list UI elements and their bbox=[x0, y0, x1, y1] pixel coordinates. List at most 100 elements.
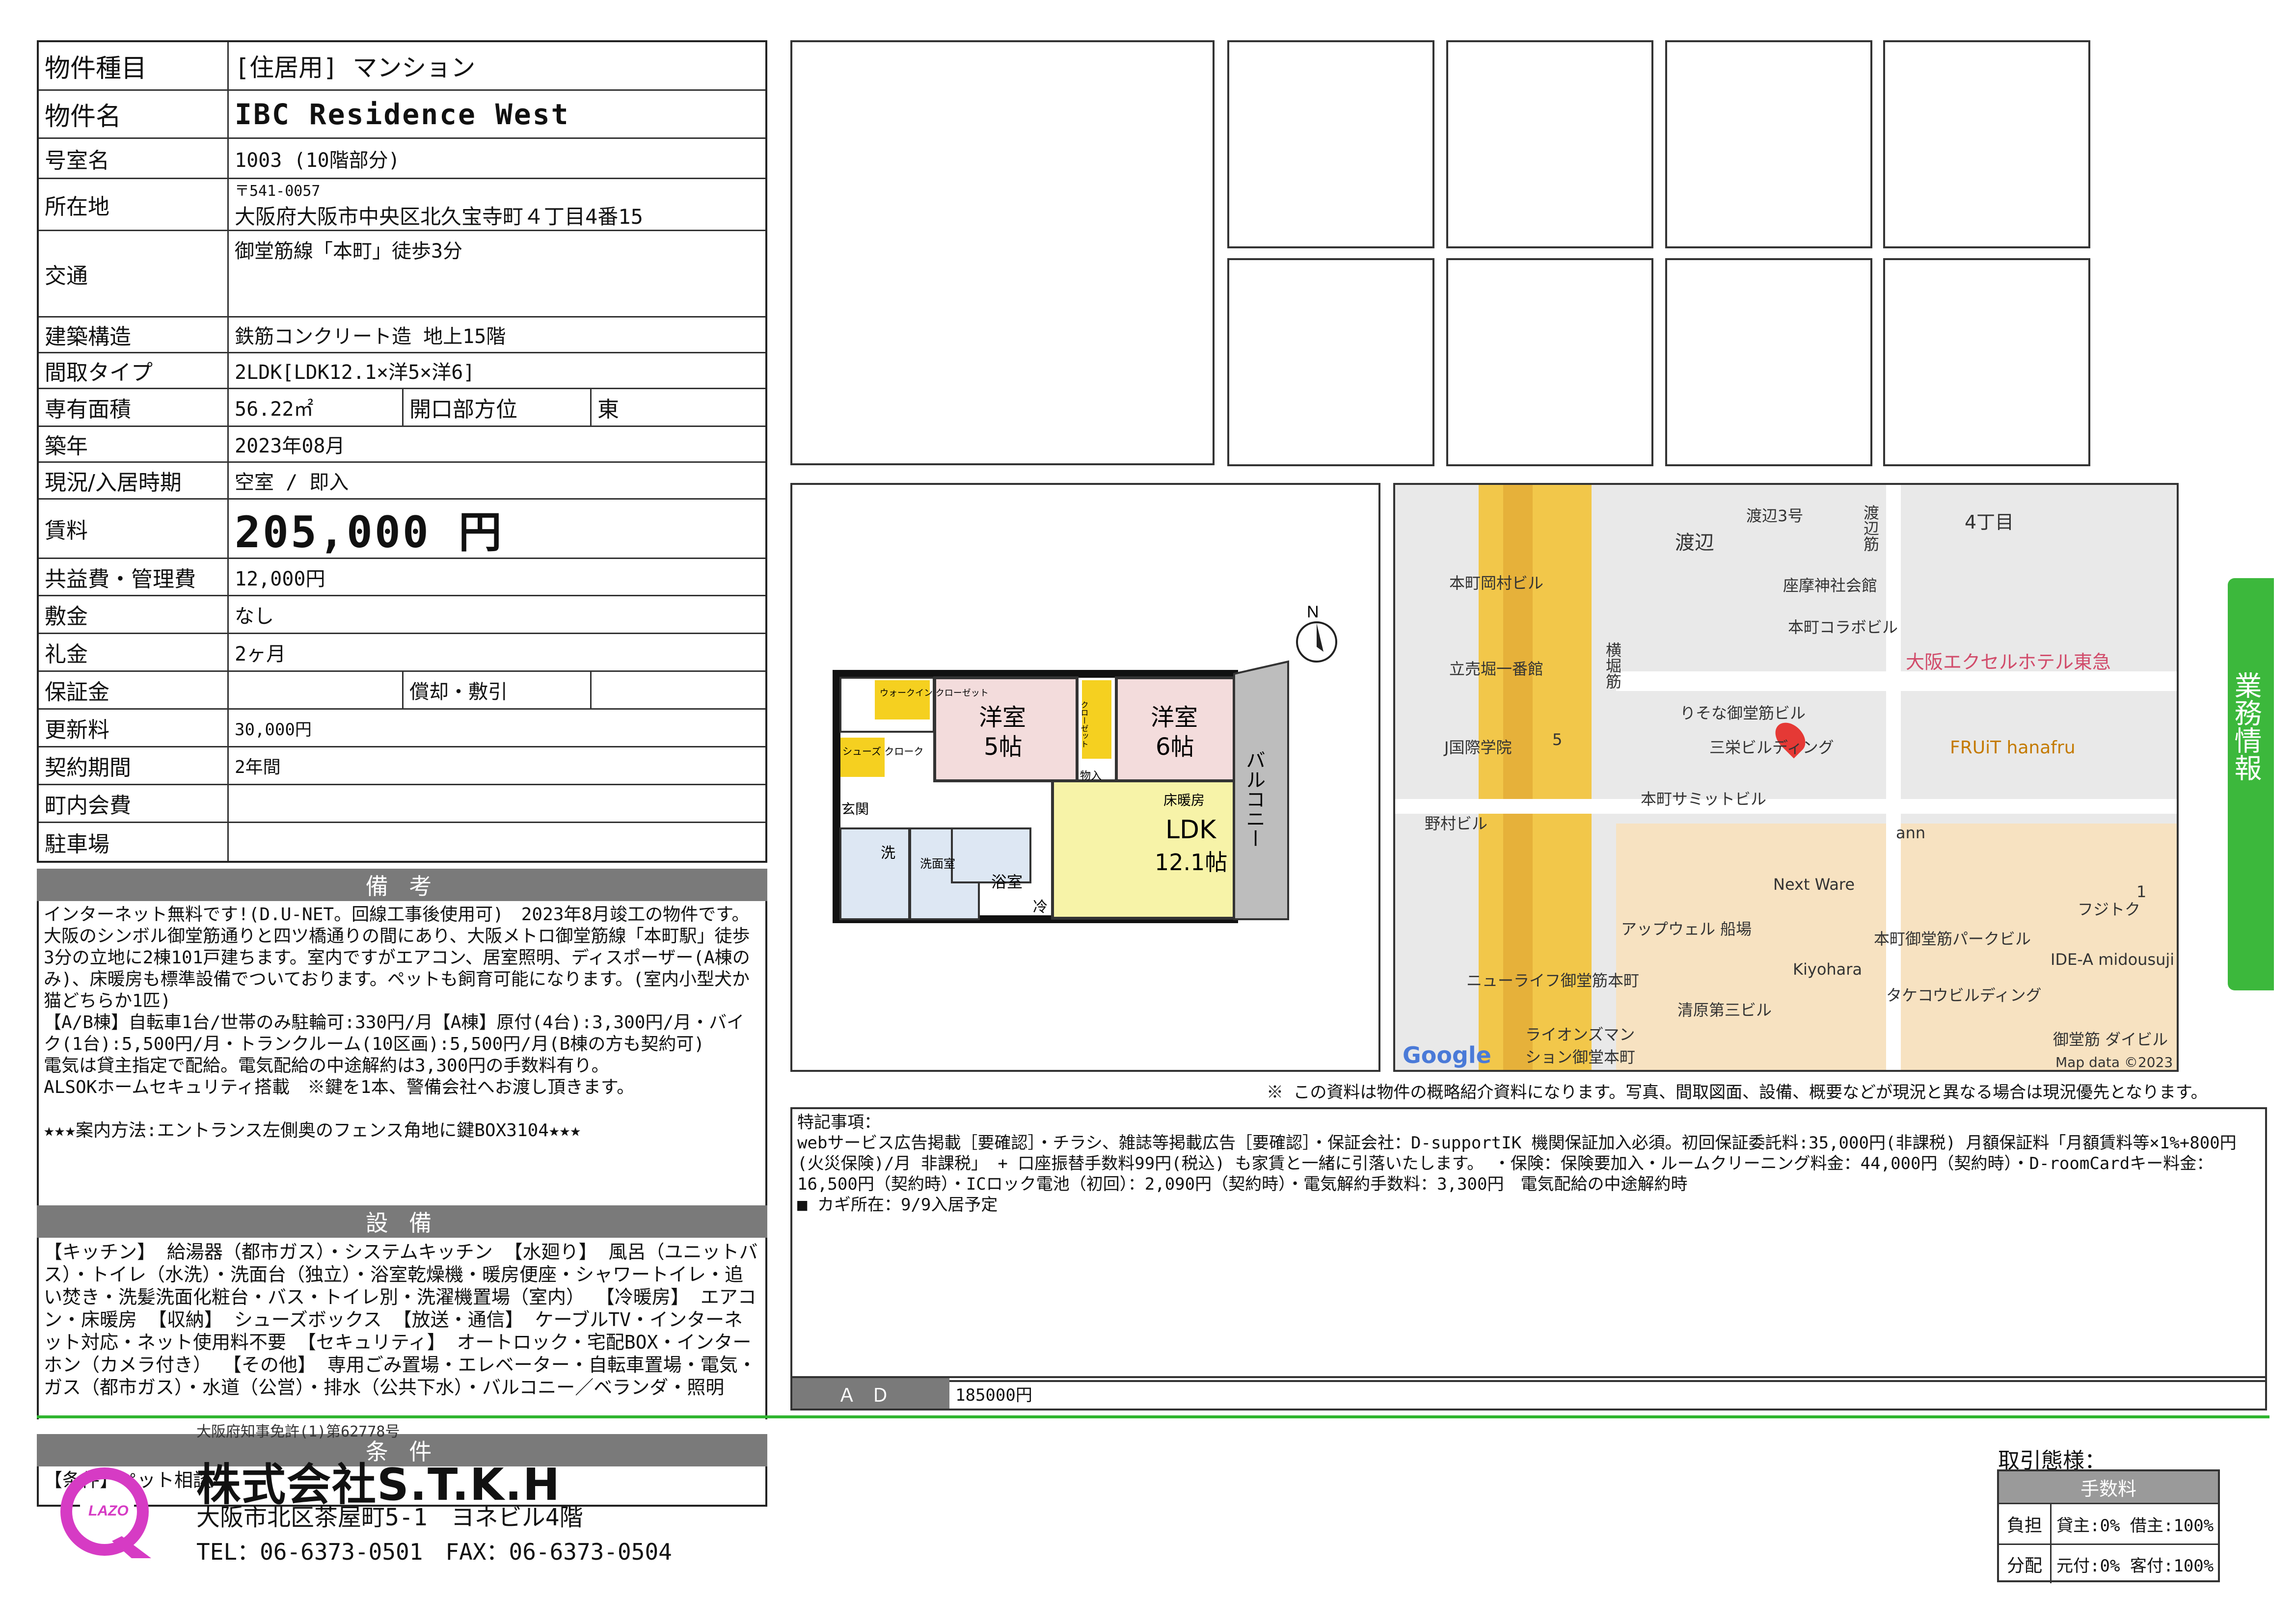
map-label-3: 本町岡村ビル bbox=[1449, 574, 1544, 592]
ad-row: ＡＤ 185000円 bbox=[790, 1376, 2267, 1410]
fee-row-burden: 負担 貸主:0% 借主:100% bbox=[1999, 1504, 2218, 1545]
map-label-8: りそな御堂筋ビル bbox=[1680, 704, 1806, 722]
row-key-money: 礼金 2ヶ月 bbox=[39, 634, 765, 672]
built-label: 築年 bbox=[39, 427, 229, 461]
business-info-tab[interactable]: 業務情報 bbox=[2228, 578, 2274, 990]
bath-label: 浴室 bbox=[991, 873, 1023, 891]
disclaimer: ※ この資料は物件の概略紹介資料になります。写真、間取図面、設備、概要などが現況… bbox=[1267, 1083, 2208, 1102]
fee-label: 共益費・管理費 bbox=[39, 559, 229, 595]
rent-value: 205,000 円 bbox=[235, 506, 504, 558]
remarks-text: インターネット無料です!(D.U-NET。回線工事後使用可) 2023年8月竣工… bbox=[37, 901, 767, 1205]
row-parking: 駐車場 bbox=[39, 823, 765, 861]
fee-row-split: 分配 元付:0% 客付:100% bbox=[1999, 1545, 2218, 1583]
map-label-25: 清原第三ビル bbox=[1677, 1001, 1772, 1019]
map-label-9: J国際学院 bbox=[1444, 738, 1512, 757]
row-rent: 賃料 205,000 円 bbox=[39, 500, 765, 559]
traffic-value: 御堂筋線「本町」徒歩3分 bbox=[235, 240, 463, 263]
washroom-label: 洗面室 bbox=[920, 857, 955, 871]
row-town-fee: 町内会費 bbox=[39, 785, 765, 823]
company-logo: LAZO bbox=[53, 1463, 161, 1561]
business-info-label: 業務情報 bbox=[2230, 671, 2262, 781]
map-label-4: 座摩神社会館 bbox=[1783, 576, 1878, 595]
ad-value: 185000円 bbox=[955, 1385, 1032, 1405]
guarantee-value bbox=[229, 672, 404, 708]
layout-value: 2LDK[LDK12.1×洋5×洋6] bbox=[235, 361, 475, 384]
row-status: 現況/入居時期 空室 / 即入 bbox=[39, 463, 765, 500]
logo-text: LAZO bbox=[88, 1503, 129, 1519]
map-label-22: ニューライフ御堂筋本町 bbox=[1466, 971, 1640, 990]
status-label: 現況/入居時期 bbox=[39, 463, 229, 498]
direction-value: 東 bbox=[597, 397, 619, 422]
map-label-10: 5 bbox=[1552, 730, 1563, 749]
map-label-21: IDE-A midousuji bbox=[2051, 950, 2175, 969]
remarks-header: 備 考 bbox=[37, 869, 767, 901]
guarantee-cells: 償却・敷引 bbox=[229, 672, 765, 708]
license-number: 大阪府知事免許(1)第62778号 bbox=[196, 1423, 400, 1440]
photo-frame-7 bbox=[1665, 258, 1872, 466]
map-label-23: Kiyohara bbox=[1793, 960, 1863, 979]
map-label-24: タケコウビルディング bbox=[1886, 986, 2042, 1005]
direction-label: 開口部方位 bbox=[404, 389, 592, 426]
special-notes: 特記事項： webサービス広告掲載［要確認］・チラシ、雑誌等掲載広告［要確認］・… bbox=[790, 1107, 2267, 1382]
contract-value: 2年間 bbox=[235, 757, 281, 777]
map-label-6: 立売堀一番館 bbox=[1449, 660, 1544, 678]
map-copyright: Map data ©2023 bbox=[2055, 1054, 2173, 1070]
map-label-13: 本町サミットビル bbox=[1641, 790, 1767, 808]
map-label-1: 渡辺 bbox=[1675, 532, 1714, 554]
guarantee-label: 保証金 bbox=[39, 672, 229, 708]
structure-label: 建築構造 bbox=[39, 318, 229, 352]
address-label: 所在地 bbox=[39, 179, 229, 230]
type-label: 物件種目 bbox=[39, 42, 229, 89]
company-address: 大阪市北区茶屋町5-1 ヨネビル4階 bbox=[196, 1504, 583, 1531]
floorplan-frame: N 洋室 5帖 洋室 6帖 床暖房 LDK 12.1帖 ウォークイン クローゼッ… bbox=[790, 483, 1380, 1072]
structure-value: 鉄筋コンクリート造 地上15階 bbox=[235, 325, 506, 348]
row-address: 所在地 〒541-0057 大阪府大阪市中央区北久宝寺町４丁目4番15 bbox=[39, 179, 765, 231]
fee-row-burden-label: 負担 bbox=[1999, 1504, 2052, 1543]
map-label-16: Next Ware bbox=[1773, 875, 1855, 894]
name-label: 物件名 bbox=[39, 91, 229, 137]
row-renewal: 更新料 30,000円 bbox=[39, 710, 765, 747]
facilities-header: 設 備 bbox=[37, 1205, 767, 1238]
status-value: 空室 / 即入 bbox=[235, 471, 349, 494]
key-money-value: 2ヶ月 bbox=[235, 643, 286, 665]
row-name: 物件名 IBC Residence West bbox=[39, 91, 765, 139]
green-rule bbox=[37, 1415, 2269, 1418]
balcony-label: バルコニー bbox=[1243, 750, 1265, 848]
row-contract: 契約期間 2年間 bbox=[39, 747, 765, 785]
walkin-label: ウォークイン クローゼット bbox=[880, 688, 989, 698]
parking-label: 駐車場 bbox=[39, 823, 229, 861]
main-photo-frame bbox=[790, 40, 1215, 465]
deposit-value: なし bbox=[235, 605, 274, 628]
area-label: 専有面積 bbox=[39, 389, 229, 426]
row-type: 物件種目 [住居用] マンション bbox=[39, 42, 765, 91]
row-layout: 間取タイプ 2LDK[LDK12.1×洋5×洋6] bbox=[39, 353, 765, 389]
row-structure: 建築構造 鉄筋コンクリート造 地上15階 bbox=[39, 318, 765, 353]
storage-label: 物入 bbox=[1080, 770, 1102, 782]
traffic-label: 交通 bbox=[39, 231, 229, 316]
photo-frame-4 bbox=[1883, 40, 2090, 248]
row-traffic: 交通 御堂筋線「本町」徒歩3分 bbox=[39, 231, 765, 318]
row-room: 号室名 1003 (10階部分) bbox=[39, 139, 765, 179]
town-fee-value bbox=[229, 785, 765, 822]
map-label-20: 本町御堂筋パークビル bbox=[1874, 930, 2031, 948]
photo-frame-8 bbox=[1883, 258, 2090, 466]
property-table: 物件種目 [住居用] マンション 物件名 IBC Residence West … bbox=[37, 40, 767, 863]
special-notes-title: 特記事項： bbox=[797, 1113, 881, 1132]
shoes-label: シューズ クローク bbox=[842, 745, 923, 757]
built-value: 2023年08月 bbox=[235, 435, 345, 457]
renewal-value: 30,000円 bbox=[235, 719, 312, 740]
ldk-size: 12.1帖 bbox=[1155, 849, 1227, 876]
row-built: 築年 2023年08月 bbox=[39, 427, 765, 463]
map-label-19: アップウェル 船場 bbox=[1621, 920, 1752, 938]
map-label-0: 渡辺3号 bbox=[1746, 506, 1804, 525]
fee-row-burden-value: 貸主:0% 借主:100% bbox=[2056, 1516, 2214, 1536]
parking-value bbox=[229, 823, 765, 861]
fridge-label: 冷 bbox=[1033, 899, 1048, 916]
address-value: 大阪府大阪市中央区北久宝寺町４丁目4番15 bbox=[235, 205, 643, 229]
photo-frame-2 bbox=[1446, 40, 1653, 248]
map-label-12: FRUiT hanafru bbox=[1950, 738, 2076, 758]
map-label-5: 本町コラボビル bbox=[1788, 618, 1898, 637]
location-map[interactable]: 渡辺3号 渡辺 4丁目 本町岡村ビル 座摩神社会館 本町コラボビル 立売堀一番館… bbox=[1393, 483, 2179, 1072]
fee-row-split-value: 元付:0% 客付:100% bbox=[2056, 1556, 2214, 1576]
map-label-17: フジトク bbox=[2078, 900, 2141, 919]
